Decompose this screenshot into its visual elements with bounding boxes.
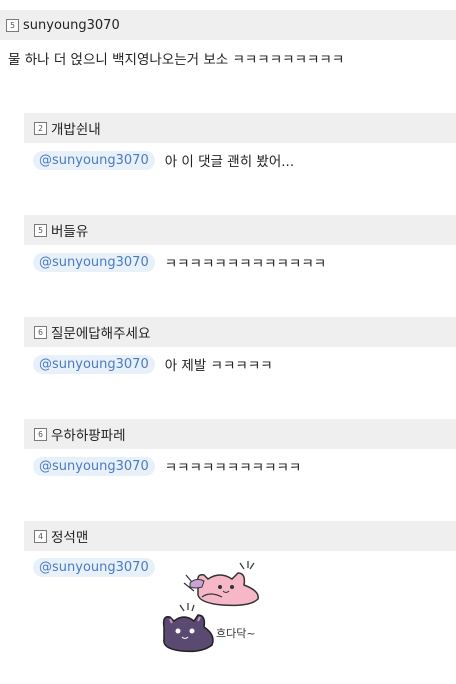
pink-cat-icon [183, 561, 259, 607]
user-level-badge: 6 [34, 325, 47, 339]
user-level-badge: 2 [34, 121, 47, 135]
reply-body: @sunyoung3070 아 제발 ㅋㅋㅋㅋㅋ [33, 354, 273, 374]
reply-username[interactable]: 버들유 [51, 220, 88, 240]
reply-body: @sunyoung3070 ㅋㅋㅋㅋㅋㅋㅋㅋㅋㅋㅋㅋㅋ [33, 252, 326, 272]
root-comment-header: 5 sunyoung3070 [0, 10, 456, 40]
user-level-badge: 4 [34, 529, 47, 543]
mention-tag[interactable]: @sunyoung3070 [33, 150, 155, 170]
root-username[interactable]: sunyoung3070 [23, 18, 120, 33]
reply-username[interactable]: 개밥쉰내 [51, 118, 101, 138]
reply-text: 아 제발 ㅋㅋㅋㅋㅋ [164, 358, 273, 374]
mention-tag[interactable]: @sunyoung3070 [33, 456, 155, 476]
cat-sticker-image: 흐다닥~ [162, 561, 259, 653]
mention-tag[interactable]: @sunyoung3070 [33, 354, 155, 374]
user-level-badge: 5 [6, 18, 19, 32]
reply-header: 2 개밥쉰내 [24, 113, 456, 143]
reply-header: 6 질문에답해주세요 [24, 317, 456, 347]
reply-header: 4 정석맨 [24, 521, 456, 551]
user-level-badge: 6 [34, 427, 47, 441]
purple-cat-icon [162, 603, 214, 653]
reply-body: @sunyoung3070 아 이 댓글 괜히 봤어... [33, 150, 294, 170]
reply-body: @sunyoung3070 ㅋㅋㅋㅋㅋㅋㅋㅋㅋㅋㅋ [33, 456, 301, 476]
reply-body: @sunyoung3070 [33, 558, 165, 577]
reply-username[interactable]: 우하하팡파레 [51, 424, 126, 444]
user-level-badge: 5 [34, 223, 47, 237]
mention-tag[interactable]: @sunyoung3070 [33, 252, 155, 272]
reply-text: ㅋㅋㅋㅋㅋㅋㅋㅋㅋㅋㅋㅋㅋ [164, 256, 327, 272]
reply-header: 5 버들유 [24, 215, 456, 245]
mention-tag[interactable]: @sunyoung3070 [33, 558, 155, 577]
reply-text: ㅋㅋㅋㅋㅋㅋㅋㅋㅋㅋㅋ [164, 460, 302, 476]
reply-username[interactable]: 질문에답해주세요 [51, 322, 150, 342]
sticker-caption: 흐다닥~ [216, 627, 256, 640]
root-comment-text: 물 하나 더 얹으니 백지영나오는거 보소 ㅋㅋㅋㅋㅋㅋㅋㅋㅋ [8, 52, 345, 68]
reply-header: 6 우하하팡파레 [24, 419, 456, 449]
reply-username[interactable]: 정석맨 [51, 526, 88, 546]
reply-text: 아 이 댓글 괜히 봤어... [164, 154, 295, 170]
